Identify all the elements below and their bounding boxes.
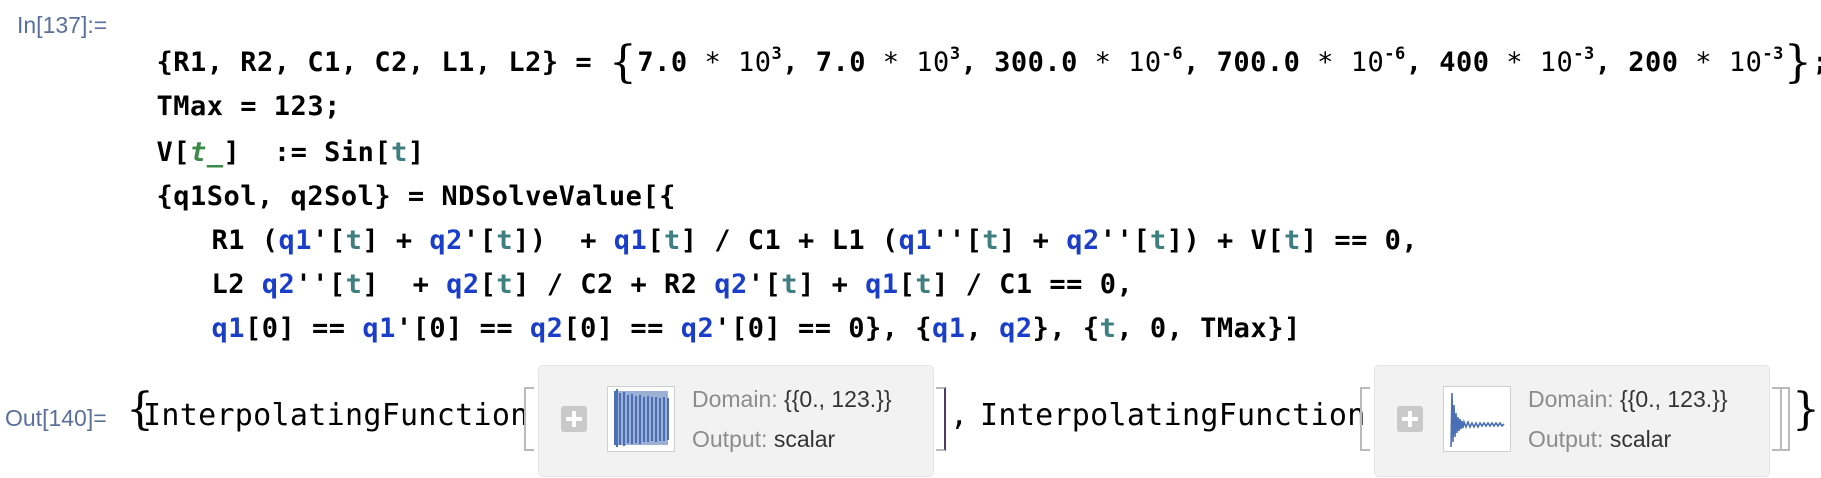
symbol-q2: q2	[529, 313, 564, 344]
input-label: In[137]:=	[17, 12, 108, 38]
code-text: [0] ==	[563, 313, 681, 344]
output-row-2: Output: scalar	[1528, 426, 1671, 453]
domain-value: {{0., 123.}}	[1620, 386, 1728, 412]
output-close-brace: }	[1792, 384, 1820, 435]
domain-row-2: Domain: {{0., 123.}}	[1528, 386, 1728, 413]
value-c1-mantissa: 300.0	[994, 47, 1078, 78]
symbol-t: t	[1099, 313, 1117, 344]
separator: ,	[960, 47, 995, 78]
domain-row-1: Domain: {{0., 123.}}	[692, 386, 892, 413]
exponent: 3	[949, 44, 961, 64]
value-c2-mantissa: 700.0	[1216, 47, 1301, 78]
domain-value: {{0., 123.}}	[784, 386, 892, 412]
code-text: ,	[965, 313, 1000, 344]
open-brace: {	[608, 37, 638, 88]
separator: ,	[1183, 47, 1217, 78]
output-type-value: scalar	[1609, 426, 1672, 452]
code-text: , 0, TMax}]	[1116, 313, 1301, 344]
value-r2-mantissa: 7.0	[815, 47, 867, 78]
code-text: '[0] ==	[395, 313, 530, 344]
symbol-t: t	[1149, 225, 1167, 256]
code-text: [0] ==	[245, 313, 363, 344]
right-bracket-2b	[1780, 387, 1790, 451]
plot-thumbnail	[607, 386, 675, 452]
interpolating-function-panel-2[interactable]: Domain: {{0., 123.}} Output: scalar	[1374, 365, 1770, 477]
output-type-value: scalar	[773, 426, 836, 452]
times-ten: * 10	[1077, 47, 1162, 78]
symbol-q2: q2	[999, 313, 1033, 344]
code-line-1[interactable]: {R1, R2, C1, C2, L1, L2} = {7.0 * 103, 7…	[123, 6, 1821, 88]
separator: ,	[1405, 47, 1440, 78]
exponent: -3	[1762, 44, 1784, 64]
left-bracket-2	[1360, 387, 1370, 451]
symbol-q2: q2	[680, 313, 715, 344]
times-ten: * 10	[687, 47, 772, 78]
right-bracket-1	[936, 387, 946, 451]
output-row-1: Output: scalar	[692, 426, 835, 453]
separator: ,	[782, 47, 816, 78]
exponent: -6	[1161, 44, 1184, 64]
domain-label: Domain:	[1528, 386, 1614, 412]
exponent: 3	[771, 44, 783, 64]
code-text: '[0] == 0}, {	[714, 313, 933, 344]
semicolon: ;	[1812, 47, 1821, 78]
separator: ,	[1594, 47, 1629, 78]
interpolating-function-name-2: InterpolatingFunction	[980, 398, 1366, 433]
times-ten: * 10	[1489, 47, 1574, 78]
symbol-q1: q1	[211, 313, 246, 344]
symbol-q1: q1	[932, 313, 966, 344]
interpolating-function-name-1: InterpolatingFunction	[143, 398, 529, 433]
output-label: Out[140]=	[5, 405, 107, 431]
plus-icon[interactable]	[1397, 406, 1423, 432]
plus-icon[interactable]	[561, 406, 587, 432]
times-ten: * 10	[1678, 47, 1763, 78]
symbol-t: t	[1284, 225, 1301, 256]
code-text: }, {	[1032, 313, 1100, 344]
symbol-q1: q1	[362, 313, 396, 344]
exponent: -6	[1384, 44, 1406, 64]
left-bracket-1	[524, 387, 534, 451]
value-r1-mantissa: 7.0	[637, 47, 688, 78]
times-ten: * 10	[866, 47, 950, 78]
code-line-7[interactable]: q1[0] == q1'[0] == q2[0] == q2'[0] == 0}…	[178, 282, 1301, 344]
code-text: ] == 0,	[1300, 225, 1419, 256]
value-l1-mantissa: 400	[1439, 47, 1490, 78]
plot-thumbnail	[1443, 386, 1511, 452]
value-l2-mantissa: 200	[1628, 47, 1679, 78]
interpolating-function-panel-1[interactable]: Domain: {{0., 123.}} Output: scalar	[538, 365, 934, 477]
output-type-label: Output:	[692, 426, 768, 452]
domain-label: Domain:	[692, 386, 778, 412]
output-comma: ,	[950, 398, 969, 433]
close-brace: }	[1783, 37, 1813, 88]
exponent: -3	[1573, 44, 1595, 64]
output-type-label: Output:	[1528, 426, 1604, 452]
code-text: ]) + V[	[1166, 225, 1285, 256]
times-ten: * 10	[1300, 47, 1385, 78]
